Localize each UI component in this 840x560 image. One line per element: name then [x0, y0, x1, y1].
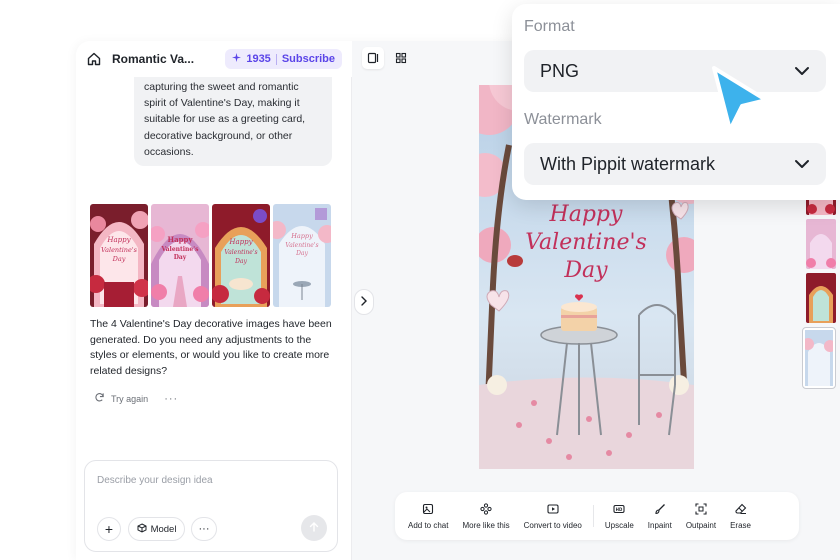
inpaint-button[interactable]: Inpaint: [641, 503, 679, 530]
credits-count: 1935: [246, 53, 271, 65]
convert-to-video-button[interactable]: Convert to video: [517, 503, 589, 530]
thumb-text: Happy: [228, 238, 253, 246]
credits-badge[interactable]: 1935 Subscribe: [225, 49, 342, 69]
thumb-text: Happy: [106, 236, 131, 244]
thumb-text: Day: [112, 255, 126, 263]
thumb-text: Valentine's: [101, 246, 138, 254]
image-text-line: Day: [563, 258, 608, 283]
format-value: PNG: [540, 60, 580, 81]
expand-icon: [695, 502, 707, 517]
outpaint-button[interactable]: Outpaint: [679, 502, 723, 530]
collapse-panel-button[interactable]: [354, 289, 374, 315]
single-view-icon[interactable]: [362, 47, 384, 69]
home-icon[interactable]: [86, 51, 102, 67]
brush-icon: [654, 503, 666, 517]
watermark-label: Watermark: [524, 111, 602, 128]
more-like-this-label: More like this: [462, 520, 510, 530]
inpaint-label: Inpaint: [647, 520, 672, 530]
thumb-text: Day: [174, 254, 187, 261]
format-select[interactable]: PNG: [524, 50, 826, 92]
nodes-icon: [480, 502, 492, 517]
chat-header: Romantic Va... 1935 Subscribe: [76, 41, 352, 77]
thumb-text: Valentine's: [161, 246, 200, 253]
generated-image-thumb[interactable]: Happy Valentine's Day: [90, 204, 148, 307]
reply-actions: Try again ···: [94, 392, 178, 405]
model-button[interactable]: Model: [128, 517, 185, 541]
more-like-this-button[interactable]: More like this: [455, 502, 516, 530]
thumb-text: Day: [234, 258, 247, 265]
thumb-text: Happy: [167, 235, 193, 244]
model-label: Model: [150, 523, 177, 535]
image-text-line: Happy: [549, 202, 623, 227]
divider: [275, 53, 277, 65]
thumb-text: Valentine's: [285, 242, 318, 249]
more-options-button[interactable]: ···: [191, 517, 217, 541]
convert-to-video-label: Convert to video: [523, 520, 582, 530]
outpaint-label: Outpaint: [685, 520, 717, 530]
chat-panel: Romantic Va... 1935 Subscribe capturing …: [76, 41, 352, 560]
eraser-icon: [734, 503, 747, 517]
upscale-label: Upscale: [604, 520, 634, 530]
image-switcher-thumb[interactable]: [806, 273, 836, 323]
play-icon: [547, 503, 559, 517]
divider: [592, 505, 594, 527]
add-to-chat-button[interactable]: Add to chat: [401, 503, 455, 530]
assistant-reply: The 4 Valentine's Day decorative images …: [90, 318, 332, 377]
image-add-icon: [422, 503, 434, 517]
thumb-text: Happy: [290, 232, 313, 240]
export-settings-popup: Format PNG Watermark With Pippit waterma…: [512, 4, 840, 200]
generated-images-row: Happy Valentine's Day Happy Valentine's …: [90, 204, 331, 307]
project-title: Romantic Va...: [112, 52, 195, 66]
user-prompt-bubble: capturing the sweet and romantic spirit …: [134, 75, 332, 166]
sparkle-icon: [232, 53, 242, 65]
try-again-button[interactable]: Try again: [111, 394, 148, 404]
add-to-chat-label: Add to chat: [408, 520, 449, 530]
watermark-value: With Pippit watermark: [540, 153, 716, 174]
erase-button[interactable]: Erase: [723, 503, 758, 530]
image-switcher-thumb-selected[interactable]: [802, 327, 836, 389]
format-label: Format: [524, 18, 575, 35]
subscribe-link[interactable]: Subscribe: [282, 53, 335, 65]
cube-icon: [137, 522, 147, 536]
hd-icon: HD: [613, 503, 625, 517]
erase-label: Erase: [730, 520, 751, 530]
generated-image-thumb[interactable]: Happy Valentine's Day: [151, 204, 209, 307]
thumb-text: Day: [295, 250, 308, 257]
grid-view-icon[interactable]: [390, 47, 412, 69]
chevron-down-icon: [794, 159, 810, 169]
prompt-input-placeholder[interactable]: Describe your design idea: [97, 475, 213, 486]
generated-image-thumb[interactable]: Happy Valentine's Day: [212, 204, 270, 307]
arrow-up-icon: [309, 519, 319, 537]
view-toggle: [362, 47, 412, 69]
upscale-button[interactable]: HD Upscale: [598, 503, 641, 530]
chevron-down-icon: [794, 66, 810, 76]
image-switcher-thumb[interactable]: [806, 219, 836, 269]
add-button[interactable]: +: [97, 517, 121, 541]
more-options-button[interactable]: ···: [164, 393, 178, 405]
refresh-icon[interactable]: [94, 392, 105, 405]
image-text-line: Valentine's: [525, 230, 647, 255]
thumb-text: Valentine's: [224, 249, 257, 256]
more-label: ···: [198, 523, 210, 535]
chevron-right-icon: [360, 293, 368, 311]
generated-image-thumb[interactable]: Happy Valentine's Day: [273, 204, 331, 307]
send-button[interactable]: [301, 515, 327, 541]
svg-text:HD: HD: [616, 507, 623, 512]
prompt-input-box[interactable]: Describe your design idea + Model ···: [84, 460, 338, 552]
watermark-select[interactable]: With Pippit watermark: [524, 143, 826, 185]
pointer-cursor-icon: [706, 64, 772, 141]
image-action-toolbar: Add to chat More like this Convert to vi…: [395, 492, 799, 540]
plus-icon: +: [104, 521, 114, 537]
